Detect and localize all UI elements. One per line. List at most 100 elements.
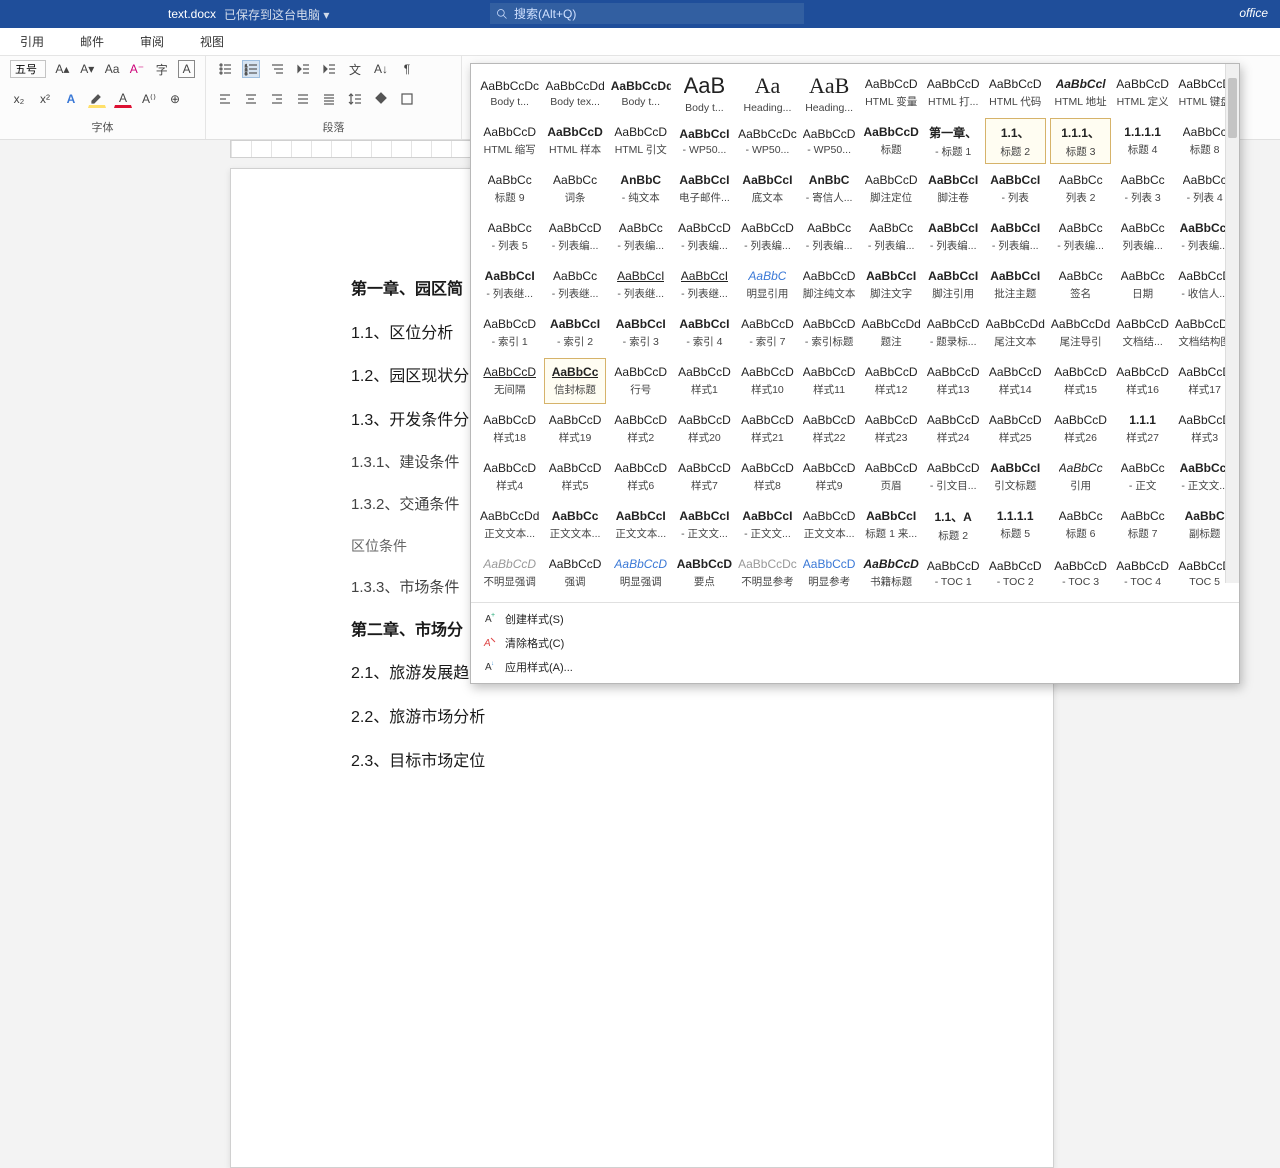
style-item[interactable]: AaBbCcI- 列表继... [610,262,672,308]
align-justify-button[interactable] [294,90,312,108]
style-item[interactable]: 1.1.1.1标题 4 [1115,118,1170,164]
style-item[interactable]: AaBbCcI脚注卷 [926,166,981,212]
style-item[interactable]: AaBbCcI正文文本... [610,502,672,548]
style-item[interactable]: AaBbCc标题 9 [479,166,540,212]
style-item[interactable]: AaBbCc- 列表编... [1050,214,1111,260]
text-effects-button[interactable]: A [62,90,80,108]
style-item[interactable]: AaBbCcI脚注文字 [860,262,921,308]
style-item[interactable]: AaBbCcD样式25 [985,406,1046,452]
style-item[interactable]: AaBbCcD样式23 [860,406,921,452]
superscript-button[interactable]: x² [36,90,54,108]
style-item[interactable]: AaBbCcDd尾注导引 [1050,310,1111,356]
style-item[interactable]: AaBbCcDd正文文本... [479,502,540,548]
style-item[interactable]: AaBbCcDHTML 缩写 [479,118,540,164]
decrease-indent-button[interactable] [294,60,312,78]
style-item[interactable]: AaBbCc- 列表编... [860,214,921,260]
style-item[interactable]: AaBbCcDd尾注文本 [985,310,1046,356]
style-item[interactable]: AaBbCcI- 索引 3 [610,310,672,356]
numbering-button[interactable]: 123 [242,60,260,78]
clear-format-button[interactable]: A⁻ [129,60,146,78]
style-item[interactable]: AaBbCcD样式20 [676,406,733,452]
style-item[interactable]: AaBbCcD样式8 [737,454,798,500]
char-border-button[interactable]: A [178,60,195,78]
tab-mailings[interactable]: 邮件 [62,28,122,55]
sort-button[interactable]: A↓ [372,60,390,78]
style-item[interactable]: 1.1.1样式27 [1115,406,1170,452]
style-item[interactable]: AaBbCcD- WP50... [802,118,857,164]
style-item[interactable]: AaBbCcD样式1 [676,358,733,404]
enclose-char-button[interactable]: ⊕ [166,90,184,108]
gallery-menu-apply[interactable]: A↓应用样式(A)... [471,655,1239,679]
grow-font-button[interactable]: A▴ [54,60,71,78]
style-item[interactable]: AaBbCcDcBody t... [479,70,540,116]
style-item[interactable]: AaBbCcDHTML 样本 [544,118,605,164]
style-item[interactable]: AaBbCcD- 列表编... [737,214,798,260]
style-item[interactable]: AaBbCcD样式6 [610,454,672,500]
style-item[interactable]: AnBbC- 纯文本 [610,166,672,212]
style-item[interactable]: AaBbCcD样式13 [926,358,981,404]
style-item[interactable]: AaBbCcDc不明显参考 [737,550,798,596]
increase-indent-button[interactable] [320,60,338,78]
font-size-selector[interactable]: 五号 [10,60,46,78]
style-item[interactable]: AaBbCcD- TOC 1 [926,550,981,596]
style-item[interactable]: AaBbCcD- 引文目... [926,454,981,500]
gallery-menu-create[interactable]: A+创建样式(S) [471,607,1239,631]
style-item[interactable]: AaBbCcD不明显强调 [479,550,540,596]
style-item[interactable]: AaBbCc列表编... [1115,214,1170,260]
line-spacing-button[interactable] [346,90,364,108]
style-item[interactable]: AaBbCcD样式21 [737,406,798,452]
style-item[interactable]: 第一章、- 标题 1 [926,118,981,164]
style-item[interactable]: AaBbCcI- 正文文... [676,502,733,548]
style-item[interactable]: AaBbCcDHTML 打... [926,70,981,116]
style-item[interactable]: AaBbCcDHTML 引文 [610,118,672,164]
style-item[interactable]: AaBbCcD文档结... [1115,310,1170,356]
style-item[interactable]: AaBbCcD样式14 [985,358,1046,404]
style-item[interactable]: AaBbCcD样式24 [926,406,981,452]
style-item[interactable]: AaBbCc标题 7 [1115,502,1170,548]
style-item[interactable]: AaBbCcI批注主题 [985,262,1046,308]
style-item[interactable]: AaBbCcD样式16 [1115,358,1170,404]
style-item[interactable]: AaBbCcD样式11 [802,358,857,404]
style-item[interactable]: AaBbCcDdBody tex... [544,70,605,116]
style-item[interactable]: AaBbCcD脚注定位 [860,166,921,212]
style-item[interactable]: AaBbCcDHTML 代码 [985,70,1046,116]
asian-layout-button[interactable]: 文 [346,60,364,78]
style-item[interactable]: AaBbCcDHTML 定义 [1115,70,1170,116]
style-item[interactable]: AaBbCcI- WP50... [676,118,733,164]
style-item[interactable]: AaBbCcD- TOC 3 [1050,550,1111,596]
style-item[interactable]: AaBbCc- 列表编... [802,214,857,260]
style-item[interactable]: AaBbCcD样式19 [544,406,605,452]
gallery-scrollbar[interactable] [1225,64,1239,583]
style-item[interactable]: AaBbCcI- 列表继... [676,262,733,308]
style-item[interactable]: AaBbCcI- 正文文... [737,502,798,548]
style-item[interactable]: AaBbCcDd题注 [860,310,921,356]
style-item[interactable]: AaBbCcD明显强调 [610,550,672,596]
style-item[interactable]: AaBBody t... [676,70,733,116]
style-item[interactable]: AaBbCc日期 [1115,262,1170,308]
style-item[interactable]: AaBbCcI- 索引 4 [676,310,733,356]
style-item[interactable]: AaBbCcD- 索引 7 [737,310,798,356]
style-item[interactable]: 1.1.1、标题 3 [1050,118,1111,164]
style-item[interactable]: AaBbCcD要点 [676,550,733,596]
style-item[interactable]: AaBbCc- 列表继... [544,262,605,308]
style-item[interactable]: AaBbCcD- TOC 4 [1115,550,1170,596]
style-item[interactable]: AaBbCcD- TOC 2 [985,550,1046,596]
style-item[interactable]: AaBbCcD样式18 [479,406,540,452]
subscript-button[interactable]: x₂ [10,90,28,108]
style-item[interactable]: AaBbCcI脚注引用 [926,262,981,308]
align-distribute-button[interactable] [320,90,338,108]
font-color-button[interactable]: A [114,90,132,108]
style-item[interactable]: AaBbCcD样式15 [1050,358,1111,404]
style-item[interactable]: AaBbCcD样式2 [610,406,672,452]
style-item[interactable]: AaBbCc- 正文 [1115,454,1170,500]
style-item[interactable]: AaBbCcI- 列表编... [985,214,1046,260]
style-item[interactable]: 1.1、标题 2 [985,118,1046,164]
style-item[interactable]: AaBbCcD正文文本... [802,502,857,548]
document-line[interactable]: 2.2、旅游市场分析 [351,705,933,731]
tab-review[interactable]: 审阅 [122,28,182,55]
style-item[interactable]: AaBbCcD样式26 [1050,406,1111,452]
style-item[interactable]: AaBbCcI- 索引 2 [544,310,605,356]
change-case-button[interactable]: Aa [104,60,121,78]
style-item[interactable]: AaBbCcD样式22 [802,406,857,452]
style-item[interactable]: AaBbCc- 列表 3 [1115,166,1170,212]
